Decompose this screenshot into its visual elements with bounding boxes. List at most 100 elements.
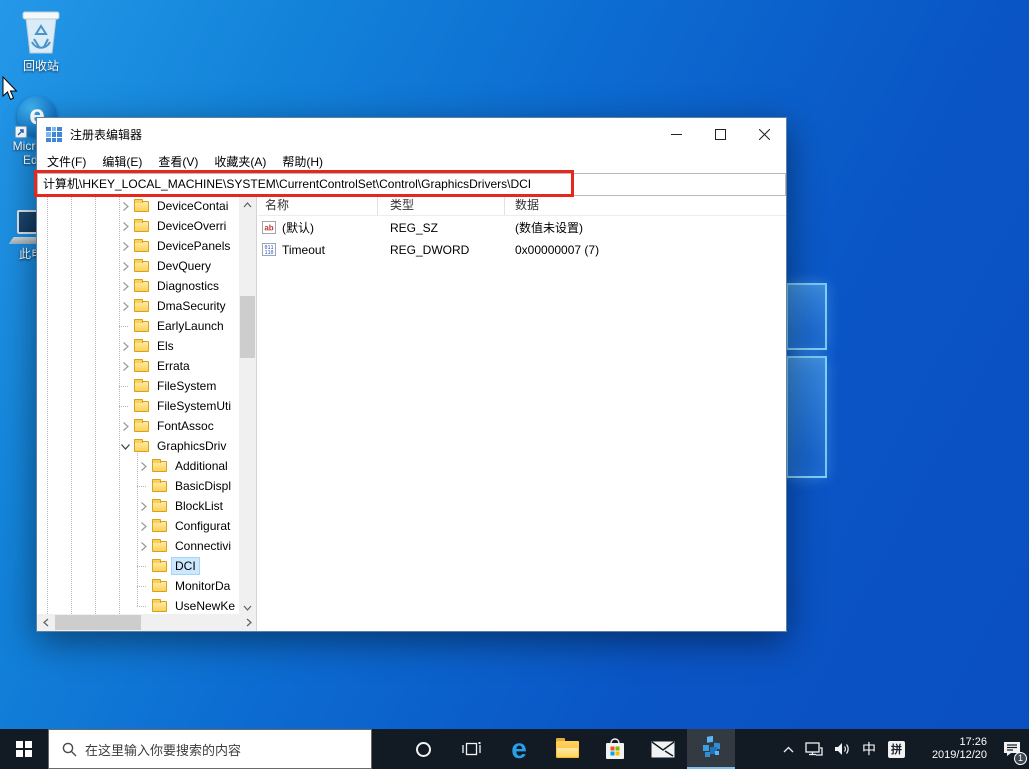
- taskbar-file-explorer-button[interactable]: [543, 729, 591, 769]
- chevron-collapsed-icon[interactable]: [137, 520, 150, 533]
- column-header-1[interactable]: 类型: [378, 196, 505, 215]
- column-header-2[interactable]: 数据: [505, 196, 786, 215]
- menu-item-0[interactable]: 文件(F): [39, 151, 94, 173]
- tree-item-errata[interactable]: Errata: [37, 356, 240, 376]
- task-view-icon: [461, 742, 481, 756]
- folder-icon: [152, 458, 167, 472]
- tree-item-label: UseNewKe: [175, 599, 236, 613]
- folder-icon: [152, 598, 167, 612]
- chevron-collapsed-icon[interactable]: [119, 360, 132, 373]
- value-row-(默认)[interactable]: ab (默认) REG_SZ (数值未设置): [258, 217, 786, 238]
- tree-connector: [137, 485, 146, 487]
- tree-connector: [137, 605, 146, 607]
- column-header-0[interactable]: 名称: [258, 196, 378, 215]
- tree-item-devicepanels[interactable]: DevicePanels: [37, 236, 240, 256]
- horizontal-scroll-thumb[interactable]: [55, 615, 141, 630]
- tree-item-els[interactable]: Els: [37, 336, 240, 356]
- taskbar-cortana-button[interactable]: [399, 729, 447, 769]
- chevron-collapsed-icon[interactable]: [137, 500, 150, 513]
- taskbar-search-box[interactable]: 在这里输入你要搜索的内容: [48, 729, 372, 769]
- tree-item-usenewke[interactable]: UseNewKe: [37, 596, 240, 616]
- tree-horizontal-scrollbar[interactable]: [37, 614, 256, 631]
- tree-item-label: DeviceOverri: [157, 219, 227, 233]
- folder-icon: [134, 438, 149, 452]
- folder-icon: [134, 238, 149, 252]
- tree-item-label: GraphicsDriv: [157, 439, 227, 453]
- menu-item-3[interactable]: 收藏夹(A): [206, 151, 274, 173]
- tree-item-blocklist[interactable]: BlockList: [37, 496, 240, 516]
- tree-item-filesystem[interactable]: FileSystem: [37, 376, 240, 396]
- desktop-icon-recycle-bin[interactable]: 回收站: [6, 6, 76, 73]
- tree-item-graphicsdriv[interactable]: GraphicsDriv: [37, 436, 240, 456]
- tree-item-connectivi[interactable]: Connectivi: [37, 536, 240, 556]
- chevron-collapsed-icon[interactable]: [119, 300, 132, 313]
- chevron-expanded-icon[interactable]: [119, 440, 132, 453]
- chevron-collapsed-icon[interactable]: [137, 540, 150, 553]
- minimize-button[interactable]: [654, 118, 698, 151]
- taskbar-store-button[interactable]: [591, 729, 639, 769]
- tree-vertical-scrollbar[interactable]: [239, 196, 256, 616]
- tray-date: 2019/12/20: [931, 749, 987, 761]
- chevron-collapsed-icon[interactable]: [119, 420, 132, 433]
- taskbar-mail-button[interactable]: [639, 729, 687, 769]
- value-name: (默认): [282, 221, 314, 235]
- scroll-up-button[interactable]: [239, 196, 256, 213]
- folder-icon: [134, 258, 149, 272]
- tray-ime-mode[interactable]: 拼: [888, 740, 905, 758]
- value-row-Timeout[interactable]: 011 110 Timeout REG_DWORD 0x00000007 (7): [258, 239, 786, 260]
- menu-item-4[interactable]: 帮助(H): [274, 151, 331, 173]
- chevron-collapsed-icon[interactable]: [119, 200, 132, 213]
- tree-item-dci[interactable]: DCI: [37, 556, 240, 576]
- chevron-down-icon: [243, 605, 252, 611]
- maximize-button[interactable]: [698, 118, 742, 151]
- tree-item-basicdispl[interactable]: BasicDispl: [37, 476, 240, 496]
- tree-item-fontassoc[interactable]: FontAssoc: [37, 416, 240, 436]
- tray-ime-language[interactable]: 中: [856, 729, 882, 769]
- start-button[interactable]: [0, 729, 48, 769]
- chevron-collapsed-icon[interactable]: [119, 240, 132, 253]
- close-button[interactable]: [742, 118, 786, 151]
- tree-item-devicecontai[interactable]: DeviceContai: [37, 196, 240, 216]
- tree-item-filesystemuti[interactable]: FileSystemUti: [37, 396, 240, 416]
- tray-volume-button[interactable]: [828, 729, 856, 769]
- tree-item-deviceoverri[interactable]: DeviceOverri: [37, 216, 240, 236]
- mail-icon: [651, 740, 675, 757]
- chevron-collapsed-icon[interactable]: [119, 340, 132, 353]
- tray-clock[interactable]: 17:26 2019/12/20: [917, 736, 987, 762]
- scroll-right-button[interactable]: [240, 614, 256, 631]
- chevron-left-icon: [42, 618, 48, 627]
- tree-item-dmasecurity[interactable]: DmaSecurity: [37, 296, 240, 316]
- tree-connector: [119, 385, 128, 387]
- taskbar-edge-button[interactable]: e: [495, 729, 543, 769]
- chevron-collapsed-icon[interactable]: [119, 220, 132, 233]
- taskbar-registry-editor-button[interactable]: [687, 729, 735, 769]
- scroll-left-button[interactable]: [37, 614, 54, 631]
- tree-item-diagnostics[interactable]: Diagnostics: [37, 276, 240, 296]
- chevron-collapsed-icon[interactable]: [137, 460, 150, 473]
- chevron-collapsed-icon[interactable]: [119, 280, 132, 293]
- registry-editor-icon: [703, 736, 720, 757]
- tray-show-hidden-icons-button[interactable]: [776, 729, 800, 769]
- search-icon: [62, 742, 77, 756]
- folder-icon: [152, 538, 167, 552]
- tree-item-additional[interactable]: Additional: [37, 456, 240, 476]
- tree-item-label: EarlyLaunch: [157, 319, 224, 333]
- taskbar-task-view-button[interactable]: [447, 729, 495, 769]
- tray-network-button[interactable]: [800, 729, 828, 769]
- tree-item-monitorda[interactable]: MonitorDa: [37, 576, 240, 596]
- folder-icon: [152, 498, 167, 512]
- address-input[interactable]: 计算机\HKEY_LOCAL_MACHINE\SYSTEM\CurrentCon…: [37, 173, 786, 196]
- registry-values-pane: 名称 类型 数据 ab (默认) REG_SZ (数值未设置) 011 110 Timeout R…: [258, 196, 786, 631]
- tree-item-devquery[interactable]: DevQuery: [37, 256, 240, 276]
- menu-item-2[interactable]: 查看(V): [150, 151, 206, 173]
- chevron-collapsed-icon[interactable]: [119, 260, 132, 273]
- window-titlebar[interactable]: 注册表编辑器: [37, 118, 786, 151]
- cortana-icon: [415, 741, 431, 757]
- tree-item-earlylaunch[interactable]: EarlyLaunch: [37, 316, 240, 336]
- action-center-button[interactable]: 1: [995, 729, 1029, 769]
- tree-item-configurat[interactable]: Configurat: [37, 516, 240, 536]
- folder-icon: [134, 278, 149, 292]
- menu-item-1[interactable]: 编辑(E): [94, 151, 150, 173]
- folder-icon: [134, 418, 149, 432]
- vertical-scroll-thumb[interactable]: [240, 296, 255, 358]
